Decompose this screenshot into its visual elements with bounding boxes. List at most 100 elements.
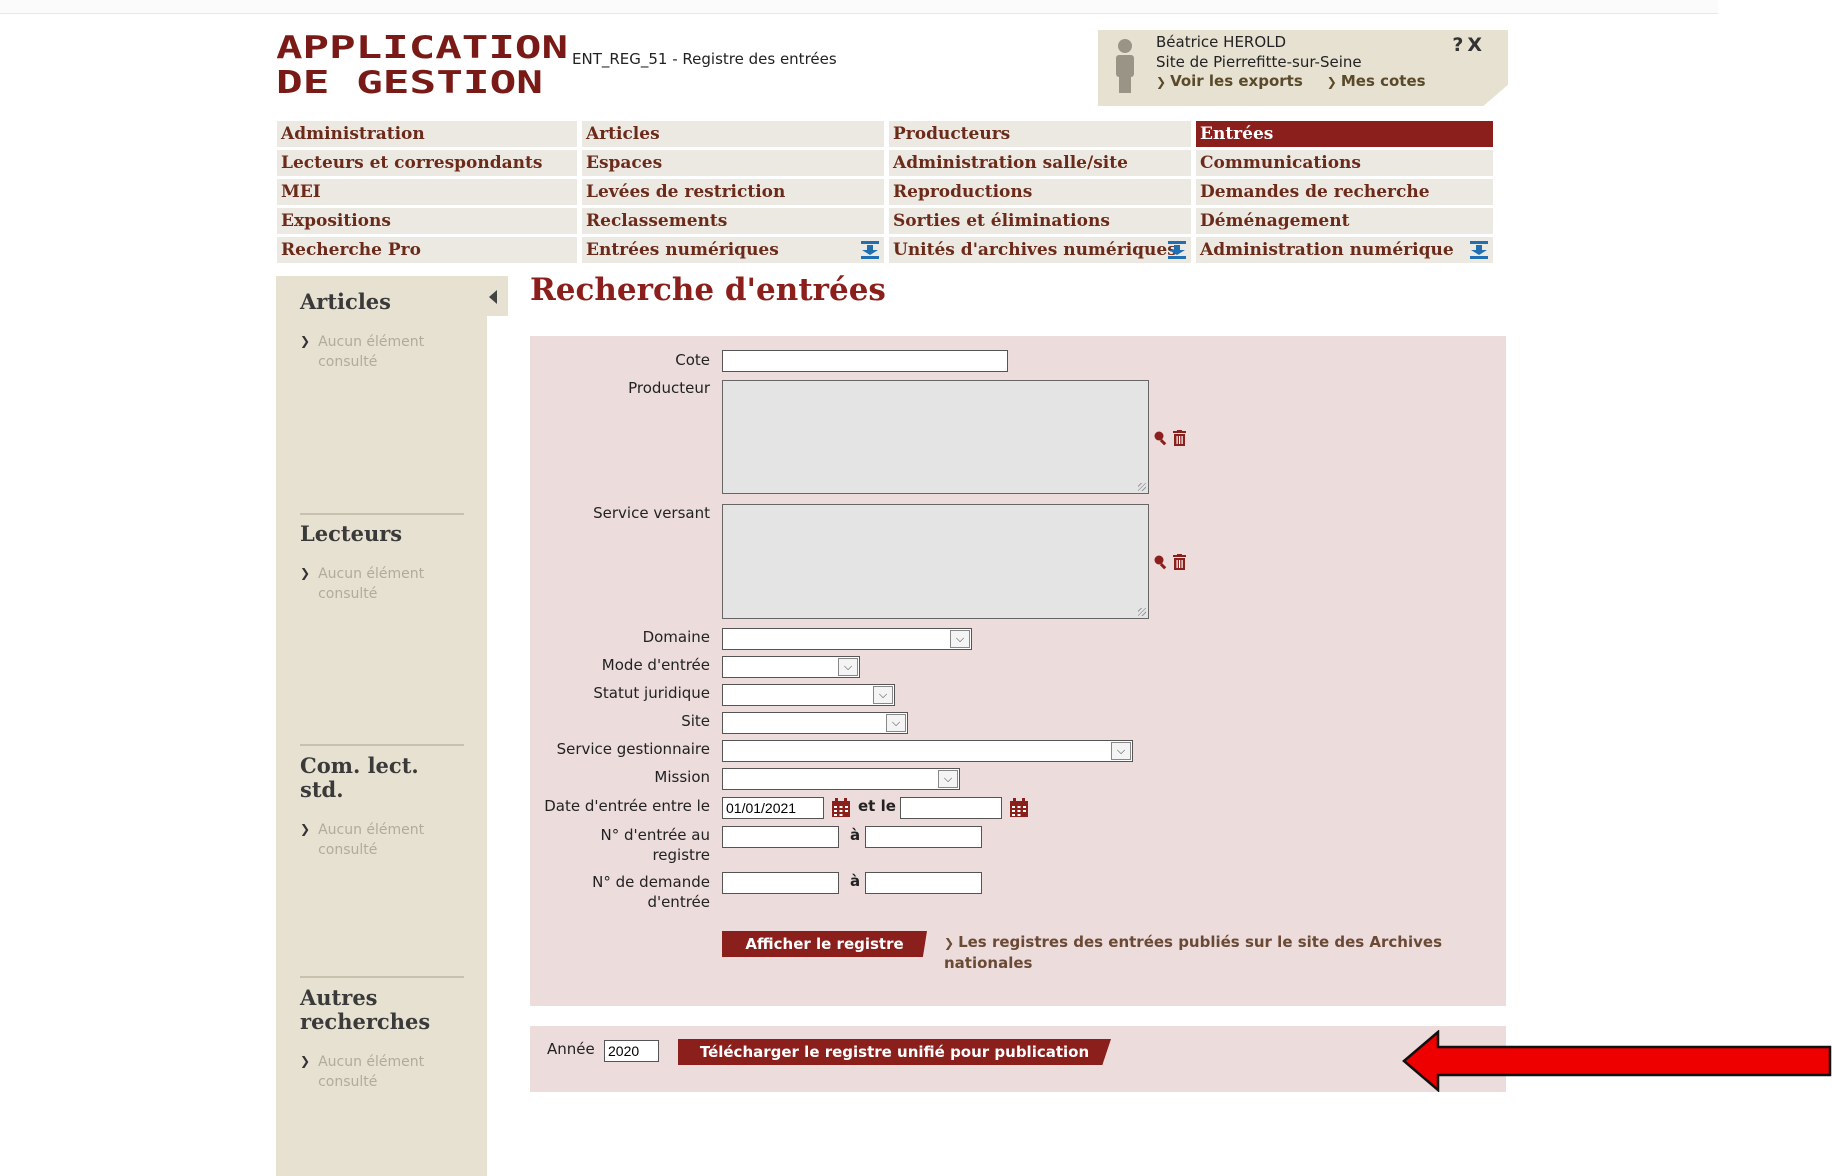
- chevron-right-icon: ❯: [300, 334, 311, 348]
- menu-item-label: Sorties et éliminations: [893, 211, 1110, 231]
- menu-item[interactable]: Levées de restriction: [582, 179, 884, 205]
- num-registre-from-input[interactable]: [722, 826, 839, 848]
- menu-item[interactable]: Espaces: [582, 150, 884, 176]
- sidebar-item: Aucun élément consulté: [318, 822, 425, 858]
- user-box: Béatrice HEROLD Site de Pierrefitte-sur-…: [1098, 30, 1508, 106]
- menu-item[interactable]: Sorties et éliminations: [889, 208, 1191, 234]
- page-title: Recherche d'entrées: [530, 272, 886, 308]
- menu-item[interactable]: Expositions: [277, 208, 577, 234]
- menu-item[interactable]: Entrées numériques: [582, 237, 884, 263]
- chevron-down-icon: ⌵: [873, 686, 893, 704]
- service-versant-textarea[interactable]: [722, 504, 1149, 619]
- chevron-down-icon: ⌵: [950, 630, 970, 648]
- menu-item[interactable]: Administration numérique: [1196, 237, 1493, 263]
- menu-item[interactable]: Administration salle/site: [889, 150, 1191, 176]
- num-demande-from-input[interactable]: [722, 872, 839, 894]
- logo-line2: DE GESTION: [276, 65, 543, 98]
- cote-input[interactable]: [722, 350, 1008, 372]
- menu-item[interactable]: Communications: [1196, 150, 1493, 176]
- mode-entree-select[interactable]: ⌵: [722, 656, 860, 678]
- mode-entree-label: Mode d'entrée: [601, 656, 710, 674]
- calendar-icon[interactable]: [831, 798, 851, 822]
- num-registre-to-input[interactable]: [865, 826, 982, 848]
- resize-grip-icon[interactable]: [1138, 483, 1146, 491]
- site-select[interactable]: ⌵: [722, 712, 908, 734]
- date-entree-label: Date d'entrée entre le: [544, 797, 710, 815]
- menu-item-label: Recherche Pro: [281, 240, 421, 260]
- menu-item[interactable]: Producteurs: [889, 121, 1191, 147]
- sidebar-item: Aucun élément consulté: [318, 1054, 425, 1090]
- num-registre-label: N° d'entrée au registre: [510, 825, 710, 865]
- mission-select[interactable]: ⌵: [722, 768, 960, 790]
- logout-button[interactable]: X: [1467, 34, 1486, 56]
- menu-item[interactable]: Articles: [582, 121, 884, 147]
- screen-code: ENT_REG_51 - Registre des entrées: [572, 50, 837, 68]
- menu-item[interactable]: Reproductions: [889, 179, 1191, 205]
- service-gestionnaire-select[interactable]: ⌵: [722, 740, 1133, 762]
- chevron-down-icon: ⌵: [886, 714, 906, 732]
- range-to-label: à: [850, 826, 861, 844]
- service-versant-tools: [1153, 554, 1186, 574]
- num-demande-label: N° de demande d'entrée: [510, 872, 710, 912]
- num-demande-label-line2: d'entrée: [647, 893, 710, 911]
- menu-item[interactable]: Reclassements: [582, 208, 884, 234]
- published-registers-link[interactable]: ❯ Les registres des entrées publiés sur l…: [944, 932, 1464, 973]
- menu-item-label: Reclassements: [586, 211, 728, 231]
- year-input[interactable]: [604, 1040, 659, 1062]
- menu-item[interactable]: MEI: [277, 179, 577, 205]
- user-site: Site de Pierrefitte-sur-Seine: [1156, 53, 1362, 71]
- collapse-sidebar-icon[interactable]: [489, 290, 497, 304]
- menu-item-label: Levées de restriction: [586, 182, 786, 202]
- menu-item[interactable]: Administration: [277, 121, 577, 147]
- app-logo[interactable]: APPLICATION DE GESTION: [276, 28, 572, 98]
- menu-item[interactable]: Recherche Pro: [277, 237, 577, 263]
- calendar-icon[interactable]: [1009, 798, 1029, 822]
- cotes-link[interactable]: ❯ Mes cotes: [1327, 72, 1426, 90]
- show-register-button[interactable]: Afficher le registre: [722, 931, 927, 957]
- date-from-input[interactable]: [722, 797, 824, 819]
- menu-item-label: Demandes de recherche: [1200, 182, 1430, 202]
- resize-grip-icon[interactable]: [1138, 608, 1146, 616]
- menu-item[interactable]: Demandes de recherche: [1196, 179, 1493, 205]
- menu-item-label: Entrées numériques: [586, 240, 779, 260]
- num-registre-label-line1: N° d'entrée au: [600, 826, 710, 844]
- num-demande-to-input[interactable]: [865, 872, 982, 894]
- published-registers-link-label: Les registres des entrées publiés sur le…: [944, 933, 1443, 972]
- range-to-label: à: [850, 872, 861, 890]
- sidebar-section-title: Articles: [300, 289, 391, 314]
- statut-juridique-select[interactable]: ⌵: [722, 684, 895, 706]
- download-register-button[interactable]: Télécharger le registre unifié pour publ…: [678, 1039, 1111, 1065]
- exports-link[interactable]: ❯ Voir les exports: [1156, 72, 1303, 90]
- num-demande-label-line1: N° de demande: [592, 873, 710, 891]
- trash-icon[interactable]: [1173, 430, 1186, 450]
- menu-item-label: Entrées: [1200, 124, 1274, 144]
- help-button[interactable]: ?: [1452, 34, 1467, 56]
- search-icon[interactable]: [1153, 430, 1169, 450]
- menu-item[interactable]: Déménagement: [1196, 208, 1493, 234]
- site-label: Site: [681, 712, 710, 730]
- menu-item-label: MEI: [281, 182, 321, 202]
- date-and-label: et le: [858, 797, 896, 815]
- trash-icon[interactable]: [1173, 554, 1186, 574]
- chevron-right-icon: ❯: [1156, 75, 1167, 89]
- sidebar-divider: [300, 976, 464, 978]
- producteur-textarea[interactable]: [722, 380, 1149, 494]
- menu-item-label: Espaces: [586, 153, 663, 173]
- chevron-right-icon: ❯: [944, 936, 955, 950]
- date-to-input[interactable]: [900, 797, 1002, 819]
- menu-item[interactable]: Entrées: [1196, 121, 1493, 147]
- search-icon[interactable]: [1153, 554, 1169, 574]
- domaine-label: Domaine: [642, 628, 710, 646]
- chevron-down-icon: ⌵: [838, 658, 858, 676]
- sidebar-divider: [300, 744, 464, 746]
- menu-item[interactable]: Lecteurs et correspondants: [277, 150, 577, 176]
- domaine-select[interactable]: ⌵: [722, 628, 972, 650]
- producteur-tools: [1153, 430, 1186, 450]
- menu-item-label: Communications: [1200, 153, 1361, 173]
- menu-item-label: Administration: [281, 124, 425, 144]
- sidebar-section-articles: Articles ❯ Aucun élément consulté: [300, 290, 464, 372]
- producteur-label: Producteur: [628, 379, 710, 397]
- browser-top-strip: [0, 0, 1718, 14]
- sidebar-section-title: Com. lect. std.: [300, 753, 419, 802]
- menu-item[interactable]: Unités d'archives numériques: [889, 237, 1191, 263]
